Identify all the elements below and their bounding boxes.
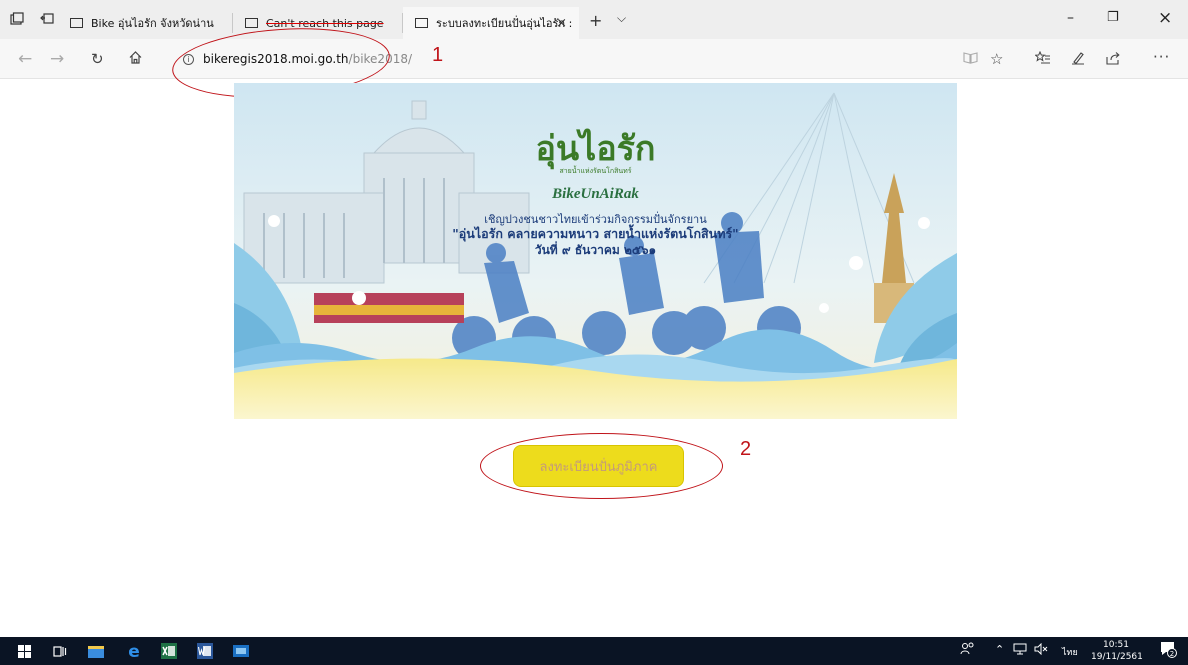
new-tab-button[interactable]: +: [589, 11, 602, 30]
back-icon[interactable]: ←: [18, 49, 32, 69]
network-icon[interactable]: [1013, 643, 1027, 658]
annotation-marker-1: 1: [432, 44, 444, 66]
volume-icon[interactable]: [1034, 642, 1049, 658]
tab-label: ระบบลงทะเบียนปั่นอุ่นไอรัก :: [436, 17, 573, 30]
tab-close-icon[interactable]: ×: [556, 16, 567, 31]
annotation-marker-2: 2: [740, 438, 752, 460]
screen: Bike อุ่นไอรัก จังหวัดน่าน Can't reach t…: [0, 0, 1188, 665]
set-tabs-aside-icon[interactable]: [38, 10, 56, 28]
action-center-icon[interactable]: 2: [1160, 641, 1177, 661]
word-icon[interactable]: [196, 642, 214, 660]
task-view-icon[interactable]: [51, 642, 69, 660]
notification-count: 2: [1170, 650, 1174, 658]
home-icon[interactable]: [128, 50, 143, 70]
windows-start-icon[interactable]: [15, 642, 33, 660]
favorite-star-icon[interactable]: ☆: [990, 50, 1003, 68]
tab-label: Can't reach this page: [266, 16, 384, 30]
input-language[interactable]: ไทย: [1062, 645, 1078, 659]
share-icon[interactable]: [1106, 51, 1121, 69]
file-explorer-icon[interactable]: [87, 642, 105, 660]
banner-logo-subtitle: สายน้ำแห่งรัตนโกสินทร์: [559, 167, 632, 175]
pen-icon[interactable]: [1071, 51, 1085, 69]
page-icon: [415, 18, 428, 28]
windows-taskbar: e ⌃ ไทย 10:51 19/11/2561 2: [0, 637, 1188, 665]
svg-text:e: e: [128, 642, 140, 660]
favorites-hub-icon[interactable]: [1034, 50, 1051, 69]
tab-label: Bike อุ่นไอรัก จังหวัดน่าน: [91, 17, 214, 30]
taskbar-clock[interactable]: 10:51 19/11/2561: [1091, 639, 1143, 663]
banner-logo-english: BikeUnAiRak: [552, 186, 639, 202]
people-icon[interactable]: [960, 641, 976, 660]
more-icon[interactable]: ···: [1153, 48, 1170, 66]
page-icon: [70, 18, 83, 28]
minimize-button[interactable]: –: [1067, 10, 1074, 26]
tab-bar: Bike อุ่นไอรัก จังหวัดน่าน Can't reach t…: [0, 0, 1188, 39]
clock-time: 10:51: [1103, 640, 1129, 650]
annotation-ellipse-button: [480, 433, 723, 499]
page-icon: [245, 18, 258, 28]
edge-icon[interactable]: e: [123, 642, 145, 660]
reading-view-icon[interactable]: [963, 51, 978, 69]
refresh-icon[interactable]: ↻: [91, 50, 104, 68]
maximize-button[interactable]: ❐: [1107, 10, 1119, 25]
tab-preview-icon[interactable]: [8, 10, 26, 28]
tray-expand-icon[interactable]: ⌃: [995, 643, 1004, 656]
tab-bike-nan[interactable]: Bike อุ่นไอรัก จังหวัดน่าน: [58, 7, 233, 39]
close-window-button[interactable]: ×: [1158, 8, 1172, 28]
photos-icon[interactable]: [232, 642, 250, 660]
banner-invite-line-3: วันที่ ๙ ธันวาคม ๒๕๖๑: [534, 243, 657, 257]
tab-dropdown-icon[interactable]: ⌵: [617, 11, 626, 26]
forward-icon[interactable]: →: [50, 49, 64, 69]
event-banner: อุ่นไอรัก สายน้ำแห่งรัตนโกสินทร์ BikeUnA…: [234, 83, 957, 419]
tab-register-active[interactable]: ระบบลงทะเบียนปั่นอุ่นไอรัก : ×: [403, 7, 579, 39]
clock-date: 19/11/2561: [1091, 652, 1143, 662]
excel-icon[interactable]: [160, 642, 178, 660]
